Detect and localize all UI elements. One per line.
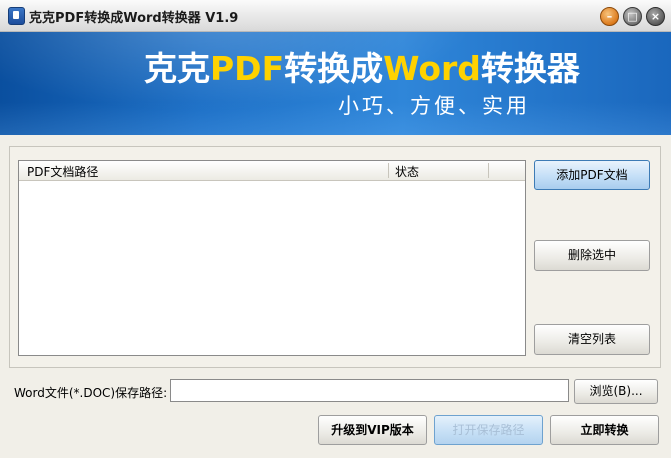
banner: 克克PDF转换成Word转换器 小巧、方便、实用 [0, 32, 671, 135]
app-icon [8, 7, 25, 25]
add-pdf-button[interactable]: 添加PDF文档 [534, 160, 650, 190]
minimize-button[interactable]: – [600, 7, 619, 26]
banner-title-part5: 转换器 [480, 49, 580, 88]
banner-title-pdf: PDF [210, 49, 285, 88]
upgrade-vip-button[interactable]: 升级到VIP版本 [318, 415, 427, 445]
banner-title-part1: 克克 [144, 49, 210, 88]
save-path-label: Word文件(*.DOC)保存路径: [14, 386, 168, 400]
remove-selected-button[interactable]: 删除选中 [534, 240, 650, 271]
banner-sweep [0, 102, 671, 135]
convert-now-button[interactable]: 立即转换 [550, 415, 659, 445]
save-path-input[interactable] [170, 379, 569, 402]
column-header-status[interactable]: 状态 [395, 163, 419, 180]
column-divider[interactable] [388, 163, 389, 178]
clear-list-button[interactable]: 清空列表 [534, 324, 650, 355]
window-title: 克克PDF转换成Word转换器 V1.9 [29, 11, 239, 26]
banner-slogan: 小巧、方便、实用 [338, 94, 530, 118]
column-divider[interactable] [488, 163, 489, 178]
banner-title-word: Word [383, 49, 481, 88]
app-window: 克克PDF转换成Word转换器 V1.9 – □ × 克克PDF转换成Word转… [0, 0, 671, 458]
minimize-icon: – [606, 10, 613, 23]
pdf-file-list[interactable]: PDF文档路径 状态 [18, 160, 526, 356]
title-bar: 克克PDF转换成Word转换器 V1.9 – □ × [0, 0, 671, 32]
close-icon: × [650, 10, 661, 23]
open-save-folder-button[interactable]: 打开保存路径 [434, 415, 543, 445]
maximize-button[interactable]: □ [623, 7, 642, 26]
browse-button[interactable]: 浏览(B)... [574, 379, 658, 404]
banner-title: 克克PDF转换成Word转换器 [144, 42, 580, 90]
list-header: PDF文档路径 状态 [19, 161, 525, 181]
banner-title-part3: 转换成 [284, 49, 384, 88]
maximize-icon: □ [627, 10, 638, 23]
close-button[interactable]: × [646, 7, 665, 26]
column-header-path[interactable]: PDF文档路径 [27, 163, 98, 180]
